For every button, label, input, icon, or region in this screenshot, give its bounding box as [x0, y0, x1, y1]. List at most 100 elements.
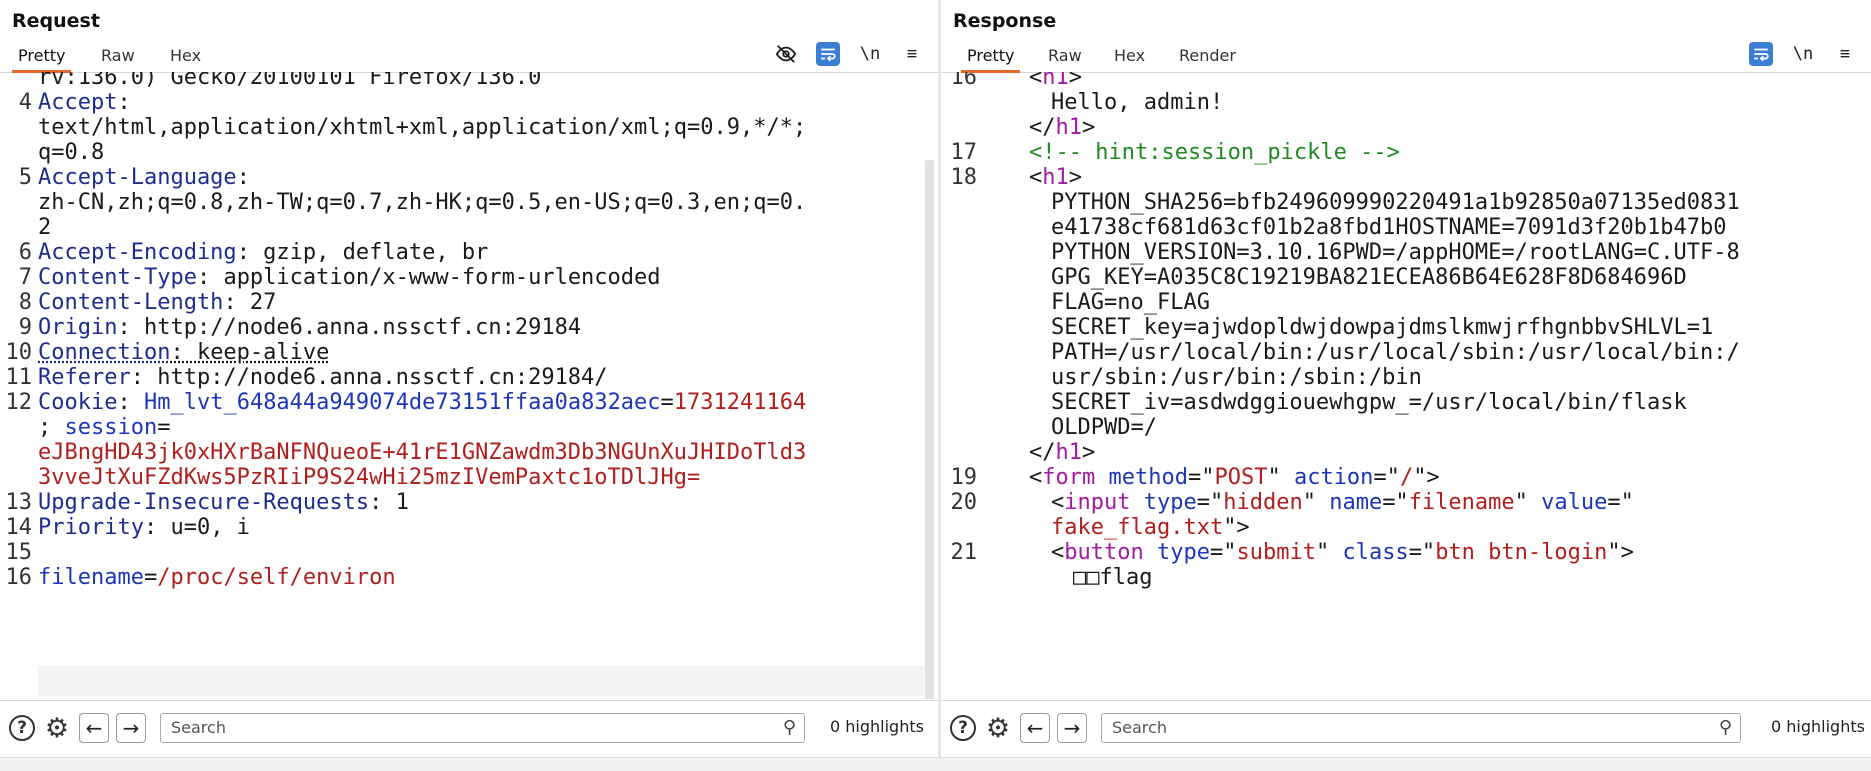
code-token: <!-- hint:session_pickle --> — [1029, 140, 1400, 165]
line-text: filename=/proc/self/environ — [38, 563, 396, 593]
code-token: </ — [1029, 440, 1056, 465]
request-title: Request — [12, 10, 100, 32]
code-token: GPG_KEY=A035C8C19219BA821ECEA86B64E628F8… — [1051, 265, 1687, 290]
request-toolbar: \n ≡ — [774, 42, 924, 66]
response-editor[interactable]: 16 <h1> Hello, admin! </h1> 17 <!-- hint:sess… — [941, 72, 1871, 699]
forward-button[interactable]: → — [1057, 713, 1087, 743]
code-token: btn btn-login — [1435, 540, 1608, 565]
code-token: Cookie — [38, 390, 118, 415]
code-token: =" — [1209, 540, 1237, 565]
code-token: = — [143, 565, 158, 590]
code-token: : 1 — [369, 490, 409, 515]
line-number: 16 — [5, 565, 33, 590]
newline-toggle-button[interactable]: \n — [858, 42, 882, 66]
code-token: : application/x-www-form-urlencoded — [196, 265, 661, 290]
code-token: : — [117, 390, 144, 415]
code-token: " — [1302, 490, 1330, 515]
code-token: " — [1514, 490, 1542, 515]
wrap-icon[interactable] — [816, 42, 840, 66]
code-token: ; — [38, 415, 65, 440]
code-token: : http://node6.anna.nssctf.cn:29184 — [117, 315, 582, 340]
code-token: value — [1541, 490, 1608, 515]
back-button[interactable]: ← — [79, 713, 109, 743]
back-button[interactable]: ← — [1020, 713, 1050, 743]
code-token: Hello, admin! — [1051, 90, 1224, 115]
search-icon[interactable]: ⚲ — [1719, 717, 1732, 738]
forward-button[interactable]: → — [116, 713, 146, 743]
code-token: </ — [1029, 115, 1056, 140]
code-token: =" — [1408, 540, 1436, 565]
code-token: SECRET_key=ajwdopldwjdowpajdmslkmwjrfhgn… — [1051, 315, 1714, 340]
code-line: □□flag — [941, 563, 1871, 593]
code-token: h1 — [1042, 165, 1069, 190]
response-pane: Response Pretty Raw Hex Render \n ≡ 16 <h… — [941, 0, 1871, 770]
request-search-input[interactable] — [169, 717, 720, 738]
response-tab-raw[interactable]: Raw — [1042, 44, 1088, 70]
code-token: Content-Length — [38, 290, 224, 315]
code-token: □□flag — [1073, 565, 1153, 590]
response-tab-render[interactable]: Render — [1173, 44, 1242, 70]
response-toolbar: \n ≡ — [1749, 42, 1857, 66]
code-token: =" — [1382, 490, 1409, 515]
menu-icon[interactable]: ≡ — [900, 42, 924, 66]
code-token: 3vveJtXuFZdKws5PzRIiP9S24wHi25mzIVemPaxt… — [38, 465, 701, 490]
code-token: submit — [1236, 540, 1316, 565]
code-token: = — [660, 390, 674, 415]
code-token: hidden — [1223, 490, 1303, 515]
code-token: =" — [1187, 465, 1215, 490]
code-token: method — [1108, 465, 1188, 490]
help-icon[interactable]: ? — [9, 715, 35, 741]
gear-icon[interactable]: ⚙ — [42, 713, 72, 744]
request-highlights-count: 0 highlights — [830, 717, 924, 736]
response-search-input[interactable] — [1110, 717, 1657, 738]
gear-icon[interactable]: ⚙ — [983, 713, 1013, 744]
code-token: type — [1156, 540, 1210, 565]
line-text: □□flag — [1073, 563, 1152, 593]
code-token: OLDPWD=/ — [1051, 415, 1157, 440]
code-token: : gzip, deflate, br — [236, 240, 489, 265]
code-token: < — [1029, 465, 1043, 490]
response-tab-hex[interactable]: Hex — [1108, 44, 1151, 70]
code-token: action — [1293, 465, 1374, 490]
code-token: Accept-Language — [38, 165, 237, 190]
code-token: " — [1315, 540, 1343, 565]
eye-off-icon[interactable] — [774, 42, 798, 66]
code-token: "> — [1607, 540, 1634, 565]
code-token: " — [1267, 465, 1294, 490]
code-line: 16 filename=/proc/self/environ — [0, 563, 938, 593]
code-token: : 27 — [223, 290, 277, 315]
code-token: /proc/self/environ — [157, 565, 396, 590]
code-token: form — [1042, 465, 1096, 490]
code-token: zh-CN,zh;q=0.8,zh-TW;q=0.7,zh-HK;q=0.5,e… — [38, 190, 807, 215]
code-token: Origin — [38, 315, 118, 340]
code-token: text/html,application/xhtml+xml,applicat… — [38, 115, 807, 140]
code-token: type — [1143, 490, 1197, 515]
code-token: > — [1082, 115, 1096, 140]
code-token: e41738cf681d63cf01b2a8fbd1HOSTNAME=7091d… — [1051, 215, 1727, 240]
code-token: =" — [1196, 490, 1224, 515]
response-tabs: Pretty Raw Hex Render — [941, 40, 1871, 73]
request-tab-hex[interactable]: Hex — [164, 44, 207, 70]
request-editor[interactable]: rv:136.0) Gecko/20100101 Firefox/136.0 4 A… — [0, 72, 938, 699]
code-token: : http://node6.anna.nssctf.cn:29184/ — [130, 365, 608, 390]
code-token: class — [1342, 540, 1409, 565]
code-token: > — [1082, 440, 1096, 465]
code-token: =" — [1607, 490, 1634, 515]
request-tab-pretty[interactable]: Pretty — [12, 44, 72, 73]
search-icon[interactable]: ⚲ — [783, 717, 796, 738]
request-tab-raw[interactable]: Raw — [95, 44, 141, 70]
code-token: POST — [1214, 465, 1268, 490]
response-highlights-count: 0 highlights — [1771, 717, 1865, 736]
newline-toggle-button[interactable]: \n — [1791, 42, 1815, 66]
code-token: : keep-alive — [170, 340, 330, 365]
code-token: < — [1051, 490, 1065, 515]
code-token: Referer — [38, 365, 131, 390]
wrap-icon[interactable] — [1749, 42, 1773, 66]
request-code: rv:136.0) Gecko/20100101 Firefox/136.0 4 A… — [0, 72, 938, 699]
help-icon[interactable]: ? — [950, 715, 976, 741]
menu-icon[interactable]: ≡ — [1833, 42, 1857, 66]
response-tab-pretty[interactable]: Pretty — [961, 44, 1021, 73]
